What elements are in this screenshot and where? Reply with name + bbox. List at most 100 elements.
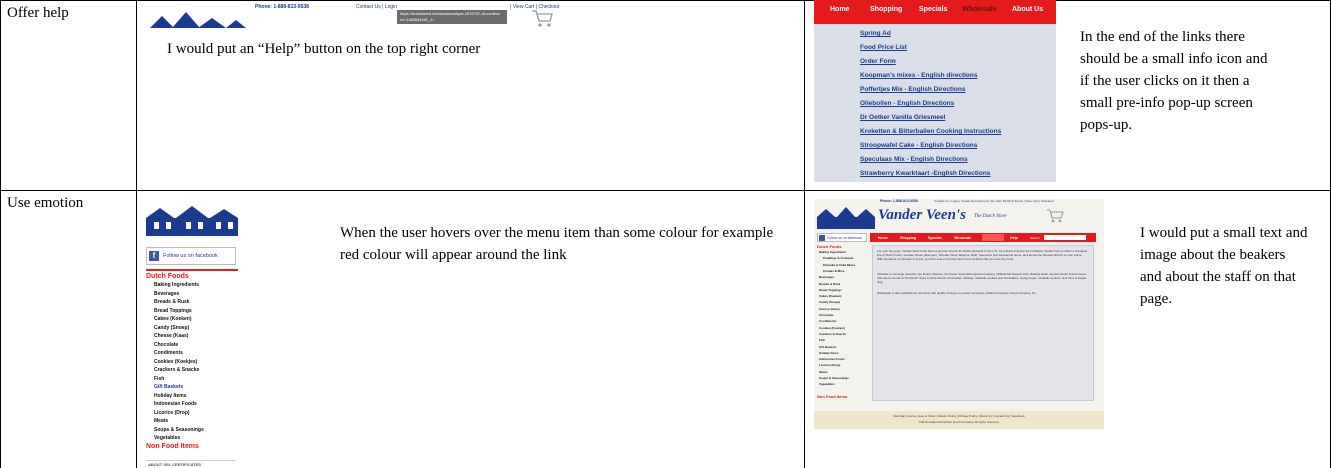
menu-link: Stroopwafel Cake - English Directions xyxy=(860,142,978,149)
menu-link: Oliebollen - English Directions xyxy=(860,100,955,107)
url-tooltip: https://dutchswed.info/download/pid-2876… xyxy=(397,10,507,24)
site-footer-copyright: ©2013 Holland American Food Company. All… xyxy=(918,420,1000,424)
site-side-item: Holiday Items xyxy=(819,350,839,355)
menu-link: Food Price List xyxy=(860,44,907,51)
facebook-label: Follow us on facebook xyxy=(163,253,218,259)
site-phone: Phone: 1-888-813-9538 xyxy=(880,199,918,203)
sidebar-item: Holiday Items xyxy=(154,392,187,399)
menu-link: Speculaas Mix - English Directions xyxy=(860,156,968,163)
menu-link: Poffertjes Mix - English Directions xyxy=(860,86,966,93)
sidebar-item: Indonesian Foods xyxy=(154,401,197,407)
sidebar-item: Cookies (Koekjes) xyxy=(154,358,198,365)
sidebar-item: Cheese (Kaas) xyxy=(154,333,189,339)
red-divider xyxy=(146,269,238,271)
table-column-divider xyxy=(136,0,137,468)
table-column-divider xyxy=(804,0,805,468)
logo-houses-icon xyxy=(150,12,246,28)
facebook-icon: f xyxy=(149,251,159,261)
phone-number: Phone: 1-888-813-9538 xyxy=(255,4,309,10)
sidebar-item: Condiments xyxy=(154,350,183,356)
shopping-cart-icon xyxy=(1047,209,1064,223)
site-nav-tab-highlight xyxy=(982,234,1004,241)
site-side-item: Cereals & Misc. xyxy=(823,268,846,273)
site-side-item: Pancake & Cake Mixes xyxy=(823,262,856,267)
sidebar-item: Fish xyxy=(154,375,165,382)
header-links: Contact Us | Login xyxy=(356,4,398,10)
site-brand-tagline: The Dutch Store xyxy=(974,214,1007,219)
sidebar-heading: Non Food Items xyxy=(146,443,199,450)
site-search-label: Search xyxy=(1030,235,1040,240)
shopping-cart-icon xyxy=(532,10,553,27)
sidebar-item: Meats xyxy=(154,418,169,424)
site-facebook: Follow us on facebook xyxy=(817,233,867,242)
site-side-item: Cakes (Koeken) xyxy=(819,294,842,299)
site-side-item: Crackers & Snacks xyxy=(819,331,847,336)
site-nav-tab: Specials xyxy=(928,235,943,240)
site-body-paragraph: Included in our large selection are Dutc… xyxy=(877,272,1087,284)
site-top-links: Contact Us | Login | Create New Account … xyxy=(934,199,1054,203)
menu-bar: Home Shopping Specials Wholesale About U… xyxy=(814,0,1056,24)
facebook-follow: f Follow us on facebook xyxy=(146,247,236,265)
menu-tab: Home xyxy=(830,6,850,13)
menu-tab: Specials xyxy=(919,6,948,13)
sidebar-item: Gift Baskets xyxy=(154,384,184,390)
products-menu-screenshot: Home Shopping Specials Wholesale About U… xyxy=(814,0,1056,182)
table-row-divider xyxy=(0,190,1331,191)
site-nav-tab: Shopping xyxy=(900,235,917,240)
site-side-item: Vegetables xyxy=(819,382,835,387)
site-side-item: Baking Ingredients xyxy=(819,250,847,254)
site-nav-tab: Home xyxy=(878,235,888,240)
site-body-paragraph: Wholesale is also available for accounts… xyxy=(877,291,1037,295)
sidebar-item: Vegetables xyxy=(154,435,181,441)
sidebar-screenshot: f Follow us on facebook Dutch Foods Baki… xyxy=(146,206,238,468)
sidebar-item: Baking Ingredients xyxy=(154,282,200,288)
menu-link: Dr Oetker Vanilla Griesmeel xyxy=(860,114,946,121)
ssl-footer: ABOUT SSL CERTIFICATES xyxy=(148,462,201,467)
site-side-item: Gift Baskets xyxy=(819,344,837,349)
site-side-item: Soups & Seasonings xyxy=(819,376,849,380)
row-label: Offer help xyxy=(7,5,69,21)
site-side-item: Fish xyxy=(819,338,826,343)
site-side-item: Breads & Rusk xyxy=(819,281,841,286)
site-side-item: Cheese (Kaas) xyxy=(819,306,840,311)
row-label: Use emotion xyxy=(7,195,84,211)
menu-tab: Shopping xyxy=(870,6,903,13)
site-side-item: Meats xyxy=(819,369,828,374)
website-homepage-screenshot: Phone: 1-888-813-9538 Contact Us | Login… xyxy=(814,199,1104,429)
divider xyxy=(146,460,236,461)
menu-link: Koopman's mixes - English directions xyxy=(860,72,978,79)
site-nav-bar: Home Shopping Specials Wholesale Help Se… xyxy=(870,233,1096,242)
site-side-nonfood: Non Food Items xyxy=(817,394,848,399)
logo-houses-icon xyxy=(817,207,875,229)
suggestion-text: When the user hovers over the menu item … xyxy=(340,225,774,263)
menu-tab: About Us xyxy=(1012,6,1044,13)
menu-tab: Wholesale xyxy=(962,6,997,13)
site-nav-tab: Wholesale xyxy=(954,235,972,240)
suggestion-text: I would put a small text and image about… xyxy=(1140,225,1308,307)
site-side-item: Bread Toppings xyxy=(819,287,842,292)
site-facebook-label: Follow us on facebook xyxy=(827,236,862,240)
suggestion-text: I would put an “Help” button on the top … xyxy=(167,41,481,57)
sidebar-heading: Dutch Foods xyxy=(146,273,189,280)
site-side-item: Chocolate xyxy=(819,313,834,317)
sidebar-item: Bread Toppings xyxy=(154,307,192,314)
site-main-content: For over 60 years, Vander Veen's has bee… xyxy=(872,245,1094,401)
site-search-field xyxy=(1044,235,1086,240)
site-footer-links: Site Map | Home | How to Order | Return … xyxy=(893,414,1025,418)
logo-houses-icon xyxy=(146,206,238,236)
sidebar-item: Cakes (Koeken) xyxy=(154,316,192,322)
site-side-item: Puddings & Custards xyxy=(823,256,854,261)
site-brand: Vander Veen's xyxy=(878,207,966,223)
sidebar-item: Crackers & Snacks xyxy=(154,367,200,373)
site-footer: Site Map | Home | How to Order | Return … xyxy=(814,411,1104,429)
suggestion-text: In the end of the links there should be … xyxy=(1080,29,1268,133)
site-side-item: Indonesian Foods xyxy=(819,357,845,362)
menu-link: Order Form xyxy=(860,58,896,65)
menu-link: Strawberry Kwarktaart -English Direction… xyxy=(860,170,991,177)
table-border-left xyxy=(0,0,1,468)
sidebar-item: Licorice (Drop) xyxy=(154,409,190,416)
sidebar-item: Beverages xyxy=(154,290,180,297)
site-side-item: Licorice (Drop) xyxy=(819,363,841,368)
website-header-screenshot: Phone: 1-888-813-9538 Contact Us | Login… xyxy=(150,4,570,28)
table-border-top xyxy=(0,0,1331,1)
